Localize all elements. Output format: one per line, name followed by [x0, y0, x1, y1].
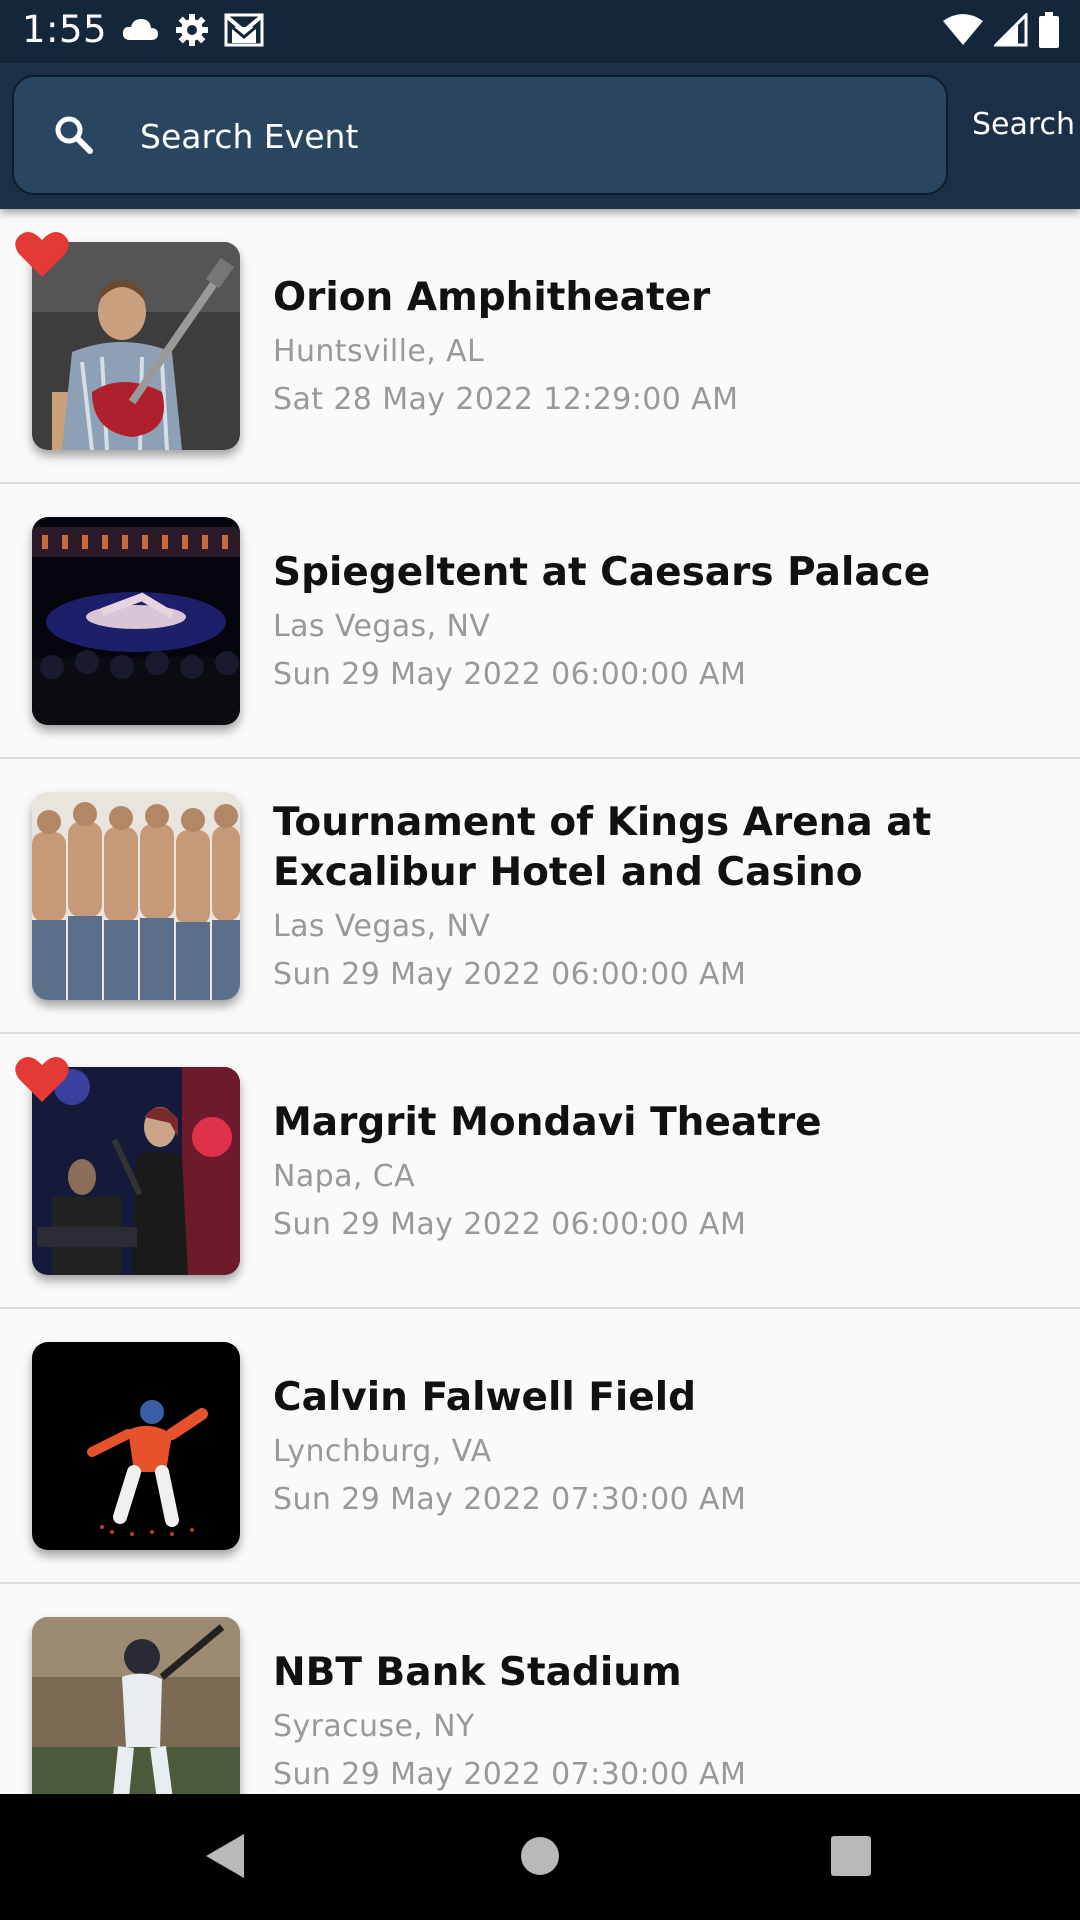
status-left-icons [120, 12, 264, 48]
status-time: 1:55 [22, 8, 108, 51]
favorite-heart-icon[interactable] [14, 229, 70, 279]
event-date: Sun 29 May 2022 06:00:00 AM [273, 1206, 747, 1242]
system-nav-bar [0, 1794, 1080, 1920]
search-input[interactable] [138, 105, 902, 167]
event-title: Margrit Mondavi Theatre [273, 1099, 822, 1145]
event-list-item[interactable]: NBT Bank Stadium Syracuse, NY Sun 29 May… [0, 1584, 1080, 1794]
event-date: Sun 29 May 2022 06:00:00 AM [273, 656, 747, 692]
home-icon[interactable] [520, 1832, 560, 1880]
search-box[interactable] [12, 75, 948, 195]
event-list-item[interactable]: Margrit Mondavi Theatre Napa, CA Sun 29 … [0, 1034, 1080, 1309]
event-title: Spiegeltent at Caesars Palace [273, 549, 931, 595]
event-list-item[interactable]: Orion Amphitheater Huntsville, AL Sat 28… [0, 209, 1080, 484]
event-text: Spiegeltent at Caesars Palace Las Vegas,… [273, 484, 1053, 759]
event-list-item[interactable]: Spiegeltent at Caesars Palace Las Vegas,… [0, 484, 1080, 759]
event-thumbnail [32, 792, 240, 1000]
recents-icon[interactable] [830, 1832, 872, 1880]
gear-icon [176, 14, 208, 46]
event-location: Syracuse, NY [273, 1708, 475, 1744]
search-icon [55, 116, 93, 154]
event-text: Margrit Mondavi Theatre Napa, CA Sun 29 … [273, 1034, 1053, 1309]
event-location: Las Vegas, NV [273, 608, 491, 644]
event-location: Napa, CA [273, 1158, 415, 1194]
event-location: Huntsville, AL [273, 333, 485, 369]
gmail-icon [224, 13, 264, 47]
event-thumbnail [32, 517, 240, 725]
event-thumbnail [32, 1342, 240, 1550]
cloud-icon [122, 19, 158, 40]
event-date: Sun 29 May 2022 06:00:00 AM [273, 956, 747, 992]
event-location: Las Vegas, NV [273, 908, 491, 944]
event-date: Sun 29 May 2022 07:30:00 AM [273, 1481, 747, 1517]
status-bar: 1:55 [0, 0, 1080, 63]
event-date: Sat 28 May 2022 12:29:00 AM [273, 381, 739, 417]
event-thumbnail [32, 1617, 240, 1794]
event-text: Tournament of Kings Arena at Excalibur H… [273, 759, 1053, 1034]
event-list-item[interactable]: Calvin Falwell Field Lynchburg, VA Sun 2… [0, 1309, 1080, 1584]
event-location: Lynchburg, VA [273, 1433, 492, 1469]
event-list: Orion Amphitheater Huntsville, AL Sat 28… [0, 209, 1080, 1794]
event-title: NBT Bank Stadium [273, 1649, 682, 1695]
event-list-item[interactable]: Tournament of Kings Arena at Excalibur H… [0, 759, 1080, 1034]
event-title: Orion Amphitheater [273, 274, 711, 320]
event-text: NBT Bank Stadium Syracuse, NY Sun 29 May… [273, 1584, 1053, 1794]
event-text: Orion Amphitheater Huntsville, AL Sat 28… [273, 209, 1053, 484]
favorite-heart-icon[interactable] [14, 1054, 70, 1104]
event-title: Calvin Falwell Field [273, 1374, 697, 1420]
status-right-icons [942, 12, 1060, 48]
event-title: Tournament of Kings Arena at Excalibur H… [273, 799, 932, 895]
signal-icon [994, 13, 1028, 47]
back-icon[interactable] [204, 1832, 246, 1880]
battery-icon [1039, 12, 1059, 48]
search-button[interactable]: Search [972, 107, 1075, 142]
event-date: Sun 29 May 2022 07:30:00 AM [273, 1756, 747, 1792]
wifi-icon [943, 14, 983, 45]
event-text: Calvin Falwell Field Lynchburg, VA Sun 2… [273, 1309, 1053, 1584]
search-header: Search [0, 63, 1080, 209]
